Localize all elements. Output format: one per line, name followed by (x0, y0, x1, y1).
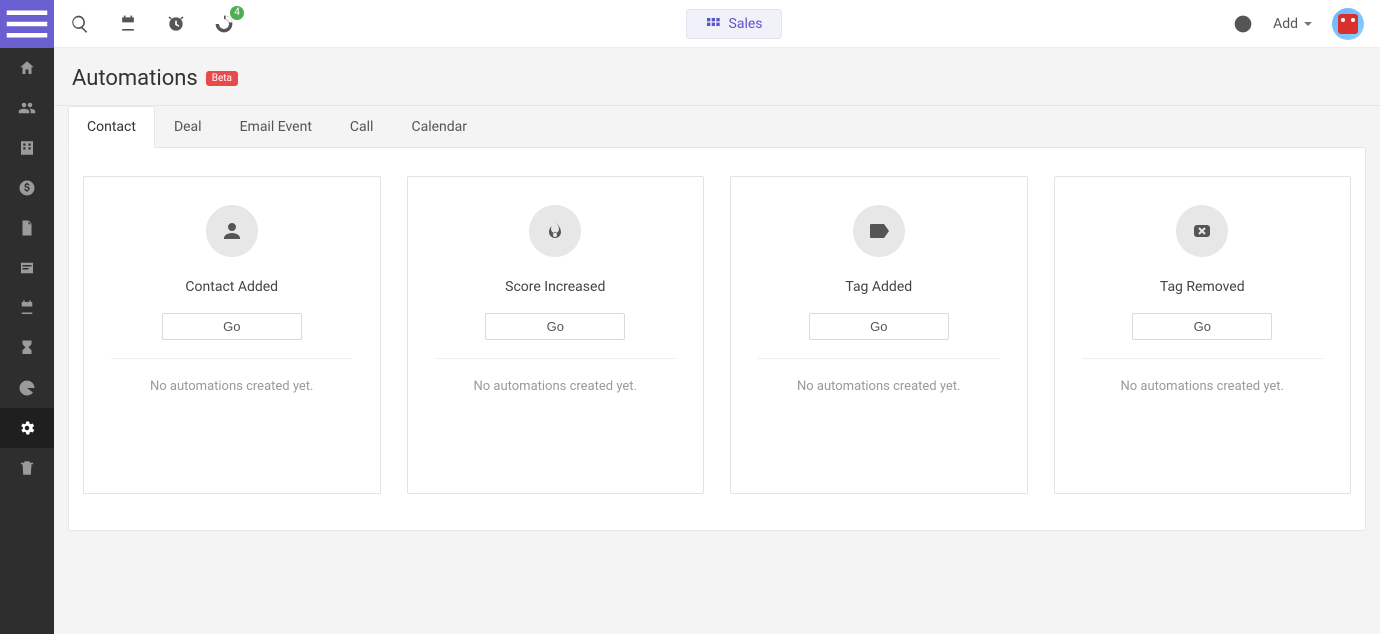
workspace-switcher[interactable]: Sales (686, 9, 782, 39)
card-title: Score Increased (505, 279, 605, 295)
avatar[interactable] (1332, 8, 1364, 40)
divider (1082, 358, 1323, 359)
tab-deal[interactable]: Deal (155, 106, 221, 147)
card-icon (853, 205, 905, 257)
card-title: Tag Added (845, 279, 912, 295)
divider (111, 358, 352, 359)
sidebar-item-time[interactable] (0, 328, 54, 368)
empty-message: No automations created yet. (150, 379, 314, 394)
empty-message: No automations created yet. (1120, 379, 1284, 394)
card-title: Contact Added (185, 279, 278, 295)
empty-message: No automations created yet. (797, 379, 961, 394)
sidebar-item-home[interactable] (0, 48, 54, 88)
divider (758, 358, 999, 359)
analytics-button[interactable]: 4 (214, 14, 234, 34)
divider (435, 358, 676, 359)
tab-row: Contact Deal Email Event Call Calendar (68, 106, 1366, 148)
sidebar-item-trash[interactable] (0, 448, 54, 488)
card-contact-added: Contact Added Go No automations created … (83, 176, 381, 494)
search-button[interactable] (70, 14, 90, 34)
analytics-badge: 4 (230, 6, 244, 20)
sidebar-item-contacts[interactable] (0, 88, 54, 128)
tab-email-event[interactable]: Email Event (221, 106, 331, 147)
add-label: Add (1273, 16, 1298, 32)
timer-button[interactable] (166, 14, 186, 34)
page-header: Automations Beta (54, 48, 1380, 106)
tag-icon (867, 219, 891, 243)
empty-message: No automations created yet. (473, 379, 637, 394)
menu-icon (0, 0, 54, 51)
sidebar-item-forms[interactable] (0, 248, 54, 288)
avatar-icon (1338, 14, 1358, 34)
go-button[interactable]: Go (162, 313, 302, 340)
sidebar-item-deals[interactable] (0, 168, 54, 208)
sidebar-item-automations[interactable] (0, 408, 54, 448)
people-icon (18, 99, 36, 117)
cards-panel: Contact Added Go No automations created … (68, 148, 1366, 531)
card-icon (529, 205, 581, 257)
tab-call[interactable]: Call (331, 106, 393, 147)
gears-icon (18, 419, 36, 437)
go-button[interactable]: Go (1132, 313, 1272, 340)
sidebar-item-calendar[interactable] (0, 288, 54, 328)
form-icon (18, 259, 36, 277)
card-icon (1176, 205, 1228, 257)
workspace-label: Sales (729, 16, 763, 32)
person-icon (220, 219, 244, 243)
card-tag-added: Tag Added Go No automations created yet. (730, 176, 1028, 494)
theme-toggle[interactable] (1233, 14, 1253, 34)
money-icon (18, 179, 36, 197)
pie-icon (18, 379, 36, 397)
home-icon (18, 59, 36, 77)
hourglass-icon (18, 339, 36, 357)
sidebar-item-reports[interactable] (0, 368, 54, 408)
go-button[interactable]: Go (485, 313, 625, 340)
contrast-icon (1233, 14, 1253, 34)
trash-icon (18, 459, 36, 477)
add-menu[interactable]: Add (1273, 16, 1312, 32)
card-title: Tag Removed (1160, 279, 1245, 295)
alarm-icon (166, 14, 186, 34)
search-icon (70, 14, 90, 34)
fire-icon (543, 219, 567, 243)
sidebar-item-documents[interactable] (0, 208, 54, 248)
page-title: Automations (72, 66, 198, 91)
document-icon (18, 219, 36, 237)
menu-toggle[interactable] (0, 0, 54, 48)
topbar: 4 Sales Add (54, 0, 1380, 48)
card-score-increased: Score Increased Go No automations create… (407, 176, 705, 494)
x-badge-icon (1190, 219, 1214, 243)
tab-calendar[interactable]: Calendar (392, 106, 486, 147)
building-icon (18, 139, 36, 157)
grid-icon (705, 16, 721, 32)
calendar-day-icon (118, 14, 138, 34)
card-icon (206, 205, 258, 257)
sidebar (0, 0, 54, 634)
calendar-icon (18, 299, 36, 317)
go-button[interactable]: Go (809, 313, 949, 340)
card-tag-removed: Tag Removed Go No automations created ye… (1054, 176, 1352, 494)
tab-contact[interactable]: Contact (68, 106, 155, 148)
chevron-down-icon (1304, 22, 1312, 26)
beta-badge: Beta (206, 71, 238, 86)
sidebar-item-companies[interactable] (0, 128, 54, 168)
calendar-button[interactable] (118, 14, 138, 34)
